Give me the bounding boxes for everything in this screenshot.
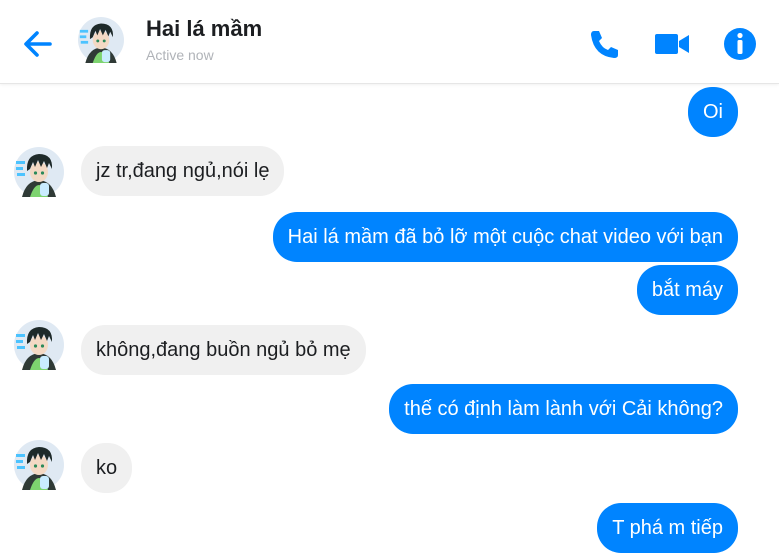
message-bubble-incoming[interactable]: ko (81, 443, 133, 493)
back-button[interactable] (18, 24, 58, 64)
call-button[interactable] (584, 24, 624, 64)
arrow-left-icon (24, 31, 52, 57)
info-icon (724, 28, 756, 60)
contact-avatar[interactable] (14, 440, 64, 490)
contact-name[interactable]: Hai lá mầm (146, 16, 262, 42)
contact-avatar[interactable] (14, 320, 64, 370)
message-bubble-outgoing[interactable]: bắt máy (636, 265, 738, 315)
contact-avatar[interactable] (78, 17, 124, 63)
message-bubble-incoming[interactable]: không,đang buồn ngủ bỏ mẹ (81, 325, 366, 375)
chat-header: Hai lá mầm Active now (0, 0, 779, 84)
active-status: Active now (146, 47, 214, 63)
info-button[interactable] (720, 24, 760, 64)
video-call-button[interactable] (652, 24, 692, 64)
contact-avatar[interactable] (14, 147, 64, 197)
message-bubble-outgoing[interactable]: thế có định làm lành với Cải không? (389, 384, 738, 434)
message-bubble-outgoing[interactable]: Oi (688, 87, 738, 137)
phone-icon (591, 31, 618, 58)
message-bubble-incoming[interactable]: jz tr,đang ngủ,nói lẹ (81, 146, 285, 196)
video-camera-icon (655, 34, 689, 54)
message-bubble-outgoing[interactable]: T phá m tiếp (597, 503, 738, 553)
message-bubble-outgoing[interactable]: Hai lá mầm đã bỏ lỡ một cuộc chat video … (272, 212, 738, 262)
